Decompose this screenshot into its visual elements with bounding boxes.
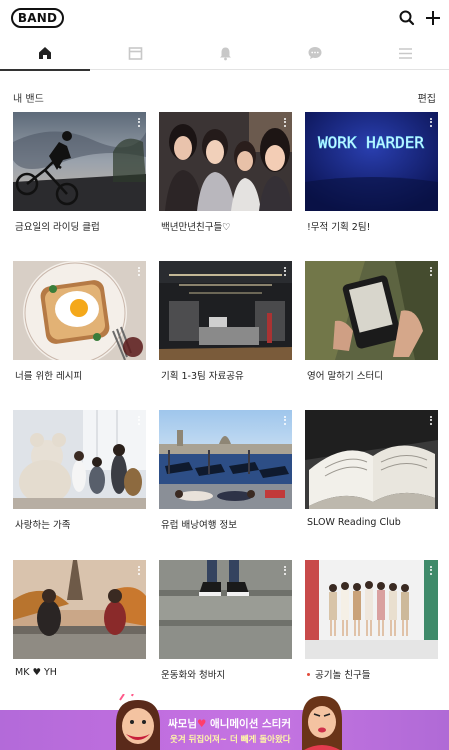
band-name: MK ♥ YH — [15, 667, 57, 678]
band-card[interactable]: 영어 말하기 스터디 — [305, 261, 438, 389]
band-thumbnail — [159, 261, 292, 360]
band-name: 유럽 배낭여행 정보 — [161, 520, 237, 531]
more-options-icon[interactable] — [135, 414, 143, 428]
band-card[interactable]: 금요일의 라이딩 클럽 — [13, 112, 146, 240]
band-thumbnail: WORK HARDER — [305, 112, 438, 211]
more-options-icon[interactable] — [427, 116, 435, 130]
calendar-icon — [128, 46, 142, 60]
section-title: 내 밴드 — [13, 94, 44, 105]
band-thumbnail — [159, 410, 292, 509]
band-thumbnail — [159, 560, 292, 659]
banner-subtitle: 웃겨 뒤집어져~ 더 빼게 돌아왔다 — [170, 735, 291, 745]
app-header: BAND — [0, 0, 449, 36]
tab-menu[interactable] — [360, 36, 449, 70]
band-thumbnail — [305, 410, 438, 509]
band-card[interactable]: 유럽 배낭여행 정보 — [159, 410, 292, 538]
band-name: 영어 말하기 스터디 — [307, 371, 383, 382]
band-name: 사랑하는 가족 — [15, 520, 71, 531]
band-card[interactable]: 기획 1-3팀 자료공유 — [159, 261, 292, 389]
band-thumbnail — [13, 112, 146, 211]
band-card[interactable]: MK ♥ YH — [13, 560, 146, 688]
tab-calendar[interactable] — [90, 36, 180, 70]
banner-title-a: 싸모님 — [168, 718, 197, 730]
more-options-icon[interactable] — [281, 564, 289, 578]
search-icon[interactable] — [397, 8, 417, 28]
heart-icon: ♥ — [196, 718, 207, 730]
band-thumbnail — [13, 410, 146, 509]
band-card[interactable]: 너를 위한 레시피 — [13, 261, 146, 389]
band-name: SLOW Reading Club — [307, 517, 401, 528]
more-options-icon[interactable] — [281, 265, 289, 279]
more-options-icon[interactable] — [427, 414, 435, 428]
banner-title: 싸모님♥ 애니메이션 스티커 — [168, 716, 291, 731]
band-thumbnail — [305, 560, 438, 659]
more-options-icon[interactable] — [427, 265, 435, 279]
bell-icon — [219, 47, 231, 60]
more-options-icon[interactable] — [135, 564, 143, 578]
more-options-icon[interactable] — [135, 116, 143, 130]
band-name: 너를 위한 레시피 — [15, 371, 83, 382]
menu-icon — [398, 47, 412, 59]
new-post-dot — [307, 673, 310, 676]
band-card[interactable]: WORK HARDER !무적 기획 2팀! — [305, 112, 438, 240]
cartoon-character-right-icon — [302, 696, 342, 750]
band-name: 기획 1-3팀 자료공유 — [161, 371, 244, 382]
band-card[interactable]: 백년만년친구들♡ — [159, 112, 292, 240]
band-name-text: 공기놀 친구들 — [315, 670, 371, 681]
band-name: !무적 기획 2팀! — [307, 222, 371, 233]
band-name: 공기놀 친구들 — [307, 667, 370, 681]
edit-button[interactable]: 편집 — [418, 90, 436, 105]
band-card[interactable]: 운동화와 청바지 — [159, 560, 292, 688]
band-name: 운동화와 청바지 — [161, 670, 226, 681]
cartoon-character-left-icon — [116, 694, 160, 750]
band-thumbnail — [13, 560, 146, 659]
band-name: 백년만년친구들♡ — [161, 222, 231, 233]
band-card[interactable]: 공기놀 친구들 — [305, 560, 438, 688]
tab-notifications[interactable] — [180, 36, 270, 70]
home-icon — [39, 47, 51, 59]
banner-title-b: 애니메이션 스티커 — [206, 718, 291, 730]
sticker-ad-banner[interactable]: 싸모님♥ 애니메이션 스티커 웃겨 뒤집어져~ 더 빼게 돌아왔다 — [0, 694, 449, 750]
more-options-icon[interactable] — [281, 414, 289, 428]
more-options-icon[interactable] — [135, 265, 143, 279]
band-card[interactable]: SLOW Reading Club — [305, 410, 438, 538]
main-tab-bar — [0, 36, 449, 71]
tab-home[interactable] — [0, 36, 90, 71]
tab-chat[interactable] — [270, 36, 360, 70]
band-name: 금요일의 라이딩 클럽 — [15, 222, 100, 233]
band-thumbnail — [305, 261, 438, 360]
more-options-icon[interactable] — [427, 564, 435, 578]
neon-sign-text: WORK HARDER — [318, 133, 424, 152]
chat-icon — [308, 47, 322, 59]
my-bands-header: 내 밴드 편집 — [13, 90, 436, 105]
more-options-icon[interactable] — [281, 116, 289, 130]
band-logo[interactable]: BAND — [11, 8, 64, 28]
plus-icon[interactable] — [423, 8, 443, 28]
band-thumbnail — [13, 261, 146, 360]
band-thumbnail — [159, 112, 292, 211]
band-card[interactable]: 사랑하는 가족 — [13, 410, 146, 538]
